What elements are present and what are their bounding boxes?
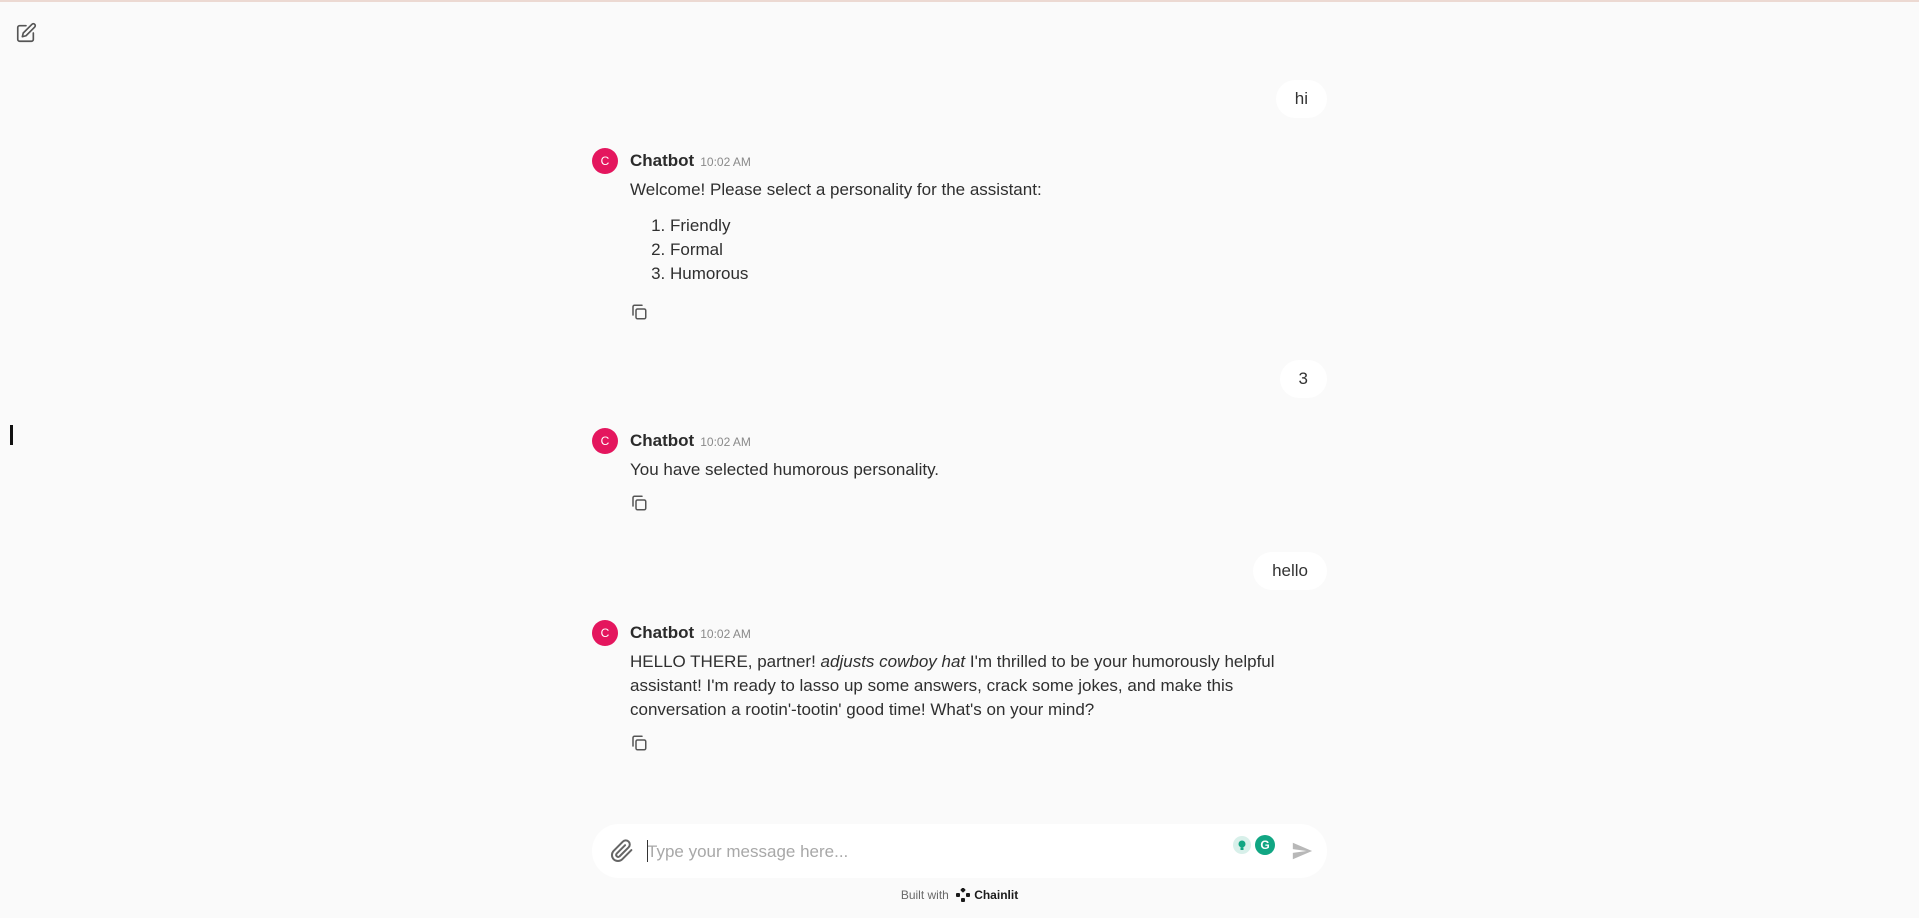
message-header: Chatbot 10:02 AM [630,148,751,174]
new-chat-button[interactable] [15,22,37,44]
message-text-italic: adjusts cowboy hat [820,652,966,671]
user-message-text: 3 [1298,369,1308,388]
message-text: Welcome! Please select a personality for… [630,180,1042,199]
user-message: hello [1253,552,1327,590]
avatar: C [592,620,618,646]
lightbulb-icon [1238,840,1246,850]
send-button[interactable] [1291,840,1313,862]
copy-button[interactable] [630,734,648,752]
message-timestamp: 10:02 AM [700,627,751,641]
author-name: Chatbot [630,431,695,450]
extension-icon[interactable] [1233,836,1251,854]
copy-button[interactable] [630,303,648,321]
text-cursor-marker [10,425,13,445]
paperclip-icon [611,839,633,862]
message-composer: G [592,824,1327,878]
copy-icon [632,735,647,751]
chainlit-logo-icon [956,887,971,902]
user-message-text: hi [1294,89,1308,108]
avatar: C [592,148,618,174]
list-item: Formal [670,238,1315,262]
message-text: You have selected humorous personality. [630,460,940,479]
footer: Built with Chainlit [0,886,1919,904]
author-name: Chatbot [630,623,695,642]
message-header: Chatbot 10:02 AM [630,428,751,454]
message-content: HELLO THERE, partner! adjusts cowboy hat… [630,650,1315,722]
grammarly-icon[interactable]: G [1255,835,1275,855]
message-text: HELLO THERE, partner! [630,652,821,671]
message-input[interactable] [645,837,1209,867]
copy-icon [632,495,647,511]
assistant-message: C Chatbot 10:02 AM Welcome! Please select… [592,148,1327,328]
message-content: Welcome! Please select a personality for… [630,178,1315,286]
edit-icon [16,22,37,43]
assistant-message: C Chatbot 10:02 AM You have selected humo… [592,428,1327,518]
built-with-label: Built with [900,888,949,902]
message-timestamp: 10:02 AM [700,155,751,169]
message-header: Chatbot 10:02 AM [630,620,751,646]
avatar: C [592,428,618,454]
assistant-message: C Chatbot 10:02 AM HELLO THERE, partner! … [592,620,1327,760]
author-name: Chatbot [630,151,695,170]
message-timestamp: 10:02 AM [700,435,751,449]
chainlit-link[interactable]: Chainlit [974,888,1018,902]
message-content: You have selected humorous personality. [630,458,1315,482]
user-message: 3 [1279,360,1327,398]
user-message-text: hello [1272,561,1308,580]
copy-button[interactable] [630,494,648,512]
copy-icon [632,304,647,320]
user-message: hi [1275,80,1327,118]
send-icon [1292,842,1313,860]
personality-options-list: Friendly Formal Humorous [630,214,1315,286]
input-caret [647,840,648,862]
list-item: Humorous [670,262,1315,286]
list-item: Friendly [670,214,1315,238]
attach-button[interactable] [610,839,634,863]
top-border [0,0,1919,2]
